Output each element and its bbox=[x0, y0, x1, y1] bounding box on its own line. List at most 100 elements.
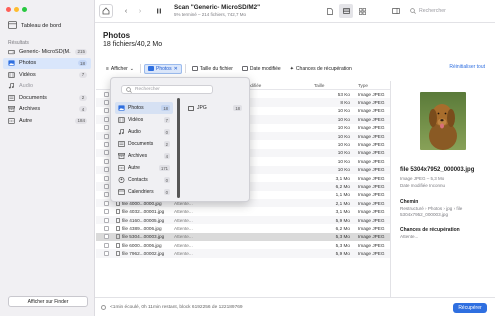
header-size[interactable]: Taille bbox=[312, 83, 354, 88]
dropdown-item-music[interactable]: Audio 0 bbox=[115, 126, 173, 138]
zoom-window-button[interactable] bbox=[22, 7, 27, 12]
row-name: file 4389...0006.jpg bbox=[116, 225, 174, 231]
row-checkbox[interactable] bbox=[103, 183, 109, 189]
row-type: Image JPEG bbox=[358, 192, 385, 198]
row-checkbox[interactable] bbox=[103, 200, 109, 206]
row-checkbox[interactable] bbox=[103, 251, 109, 257]
row-checkbox[interactable] bbox=[103, 142, 109, 148]
date-modified-filter[interactable]: Date modifiée bbox=[239, 64, 284, 74]
row-type: Image JPEG bbox=[358, 150, 385, 156]
recover-button[interactable]: Récupérer bbox=[453, 303, 487, 313]
show-in-finder-button[interactable]: Afficher sur Finder bbox=[8, 296, 88, 307]
sidebar-item-archive[interactable]: Archives 4 bbox=[3, 104, 91, 116]
row-type: Image JPEG bbox=[358, 142, 385, 148]
document-view-button[interactable] bbox=[324, 4, 336, 18]
dropdown-item-archive[interactable]: Archives 4 bbox=[115, 150, 173, 162]
sidebar-item-file[interactable]: Autre 184 bbox=[3, 115, 91, 127]
sidebar-item-drive[interactable]: Generic- MicroSD(M... 215 bbox=[3, 46, 91, 58]
dropdown-item-photo[interactable]: Photos 18 bbox=[115, 102, 173, 114]
file-size-filter[interactable]: Taille du fichier bbox=[189, 64, 236, 74]
table-row[interactable]: file 4389...0006.jpg Attente... 6,2 Mo Imag… bbox=[96, 224, 390, 232]
row-checkbox[interactable] bbox=[103, 116, 109, 122]
back-button[interactable]: ‹ bbox=[120, 4, 132, 18]
forward-button[interactable]: › bbox=[134, 4, 146, 18]
contact-icon bbox=[118, 177, 125, 183]
dropdown-item-contact[interactable]: Contacts 0 bbox=[115, 174, 173, 186]
row-checkbox[interactable] bbox=[103, 234, 109, 240]
row-checkbox-cell bbox=[96, 251, 116, 257]
row-checkbox[interactable] bbox=[103, 158, 109, 164]
close-window-button[interactable] bbox=[6, 7, 11, 12]
sidebar-item-music[interactable]: Audio bbox=[3, 81, 91, 93]
dropdown-item-count: 7 bbox=[163, 117, 170, 123]
dropdown-item-count: 2 bbox=[163, 141, 170, 147]
row-checkbox[interactable] bbox=[103, 150, 109, 156]
row-checkbox[interactable] bbox=[103, 133, 109, 139]
header-modified[interactable]: modifiée bbox=[244, 83, 312, 88]
filter-icon: ≡ bbox=[106, 65, 109, 72]
list-view-button[interactable] bbox=[339, 4, 353, 18]
preview-panel-button[interactable] bbox=[390, 4, 402, 18]
file-icon bbox=[116, 242, 120, 248]
dropdown-subtype-item[interactable]: JPG 18 bbox=[185, 102, 245, 114]
show-filter-button[interactable]: ≡ Afficher ⌄ bbox=[103, 64, 137, 74]
sidebar-item-film[interactable]: Vidéos 7 bbox=[3, 69, 91, 81]
sidebar-item-count: 184 bbox=[75, 117, 87, 124]
dropdown-search-input[interactable]: Rechercher bbox=[121, 85, 213, 94]
row-name: file 4032...00001.jpg bbox=[116, 209, 174, 215]
close-icon[interactable]: ✕ bbox=[174, 66, 178, 72]
table-row[interactable]: file 4032...00001.jpg Attente... 3,1 Mo Ima… bbox=[96, 207, 390, 215]
dropdown-item-document[interactable]: Documents 2 bbox=[115, 138, 173, 150]
row-checkbox[interactable] bbox=[103, 108, 109, 114]
table-row[interactable]: file 6000...0006.jpg Attente... 5,3 Mo Imag… bbox=[96, 241, 390, 249]
recovery-chances-filter[interactable]: ✦ Chances de récupération bbox=[287, 64, 355, 74]
path-heading: Chemin bbox=[400, 199, 419, 205]
sidebar-item-document[interactable]: Documents 2 bbox=[3, 92, 91, 104]
row-checkbox[interactable] bbox=[103, 209, 109, 215]
scan-progress-text: 5% terminé – 214 fichiers, 742,7 Mo bbox=[174, 12, 247, 17]
star-icon: ✦ bbox=[289, 65, 294, 72]
row-checkbox[interactable] bbox=[103, 192, 109, 198]
file-icon bbox=[116, 217, 120, 223]
calendar-icon bbox=[241, 66, 248, 71]
sidebar-item-count: 4 bbox=[79, 106, 87, 113]
chevron-left-icon: ‹ bbox=[124, 7, 128, 15]
grid-view-icon bbox=[358, 7, 366, 15]
row-checkbox[interactable] bbox=[103, 217, 109, 223]
photos-filter-chip[interactable]: Photos ✕ bbox=[144, 63, 182, 74]
dropdown-item-calendar[interactable]: Calendriers 0 bbox=[115, 186, 173, 198]
row-checkbox[interactable] bbox=[103, 125, 109, 131]
row-size: 10 Ko bbox=[337, 116, 350, 122]
table-row[interactable]: file 4160...00005.jpg Attente... 5,9 Mo Ima… bbox=[96, 215, 390, 225]
row-name-text: file 4032...00001.jpg bbox=[122, 209, 165, 215]
row-checkbox[interactable] bbox=[103, 100, 109, 106]
file-icon bbox=[116, 225, 120, 231]
dropdown-item-film[interactable]: Vidéos 7 bbox=[115, 114, 173, 126]
scan-status-text: <1min écoulé, 0h 11min restant, block 61… bbox=[110, 305, 243, 310]
dropdown-item-label: Photos bbox=[128, 105, 144, 111]
row-checkbox[interactable] bbox=[103, 225, 109, 231]
dropdown-scrollbar[interactable] bbox=[177, 98, 180, 198]
row-checkbox[interactable] bbox=[103, 175, 109, 181]
pause-scan-button[interactable] bbox=[153, 4, 165, 18]
row-checkbox[interactable] bbox=[103, 242, 109, 248]
home-button[interactable] bbox=[99, 4, 113, 18]
header-type[interactable]: Type bbox=[354, 83, 386, 88]
dropdown-item-file[interactable]: Autre 171 bbox=[115, 162, 173, 174]
table-row[interactable]: file 7962...00002.jpg Attente... 5,9 Mo Ima… bbox=[96, 249, 390, 258]
film-icon bbox=[8, 72, 15, 78]
row-name-text: file 4160...00005.jpg bbox=[122, 217, 165, 223]
sidebar-item-photo[interactable]: Photos 18 bbox=[3, 57, 91, 69]
row-checkbox[interactable] bbox=[103, 167, 109, 173]
table-row[interactable]: file 5304...00003.jpg Attente... 5,3 Mo Ima… bbox=[96, 232, 390, 242]
row-size: 3,1 Mo bbox=[335, 175, 350, 181]
sidebar-item-label: Photos bbox=[19, 60, 37, 67]
row-type: Image JPEG bbox=[358, 175, 385, 181]
row-checkbox[interactable] bbox=[103, 91, 109, 97]
search-field[interactable]: Rechercher bbox=[410, 6, 490, 16]
grid-view-button[interactable] bbox=[356, 4, 368, 18]
sidebar-dashboard[interactable]: Tableau de bord bbox=[8, 21, 92, 31]
minimize-window-button[interactable] bbox=[14, 7, 19, 12]
reset-all-link[interactable]: Réinitialiser tout bbox=[449, 64, 485, 70]
date-modified-label: Date modifiée bbox=[249, 65, 281, 72]
